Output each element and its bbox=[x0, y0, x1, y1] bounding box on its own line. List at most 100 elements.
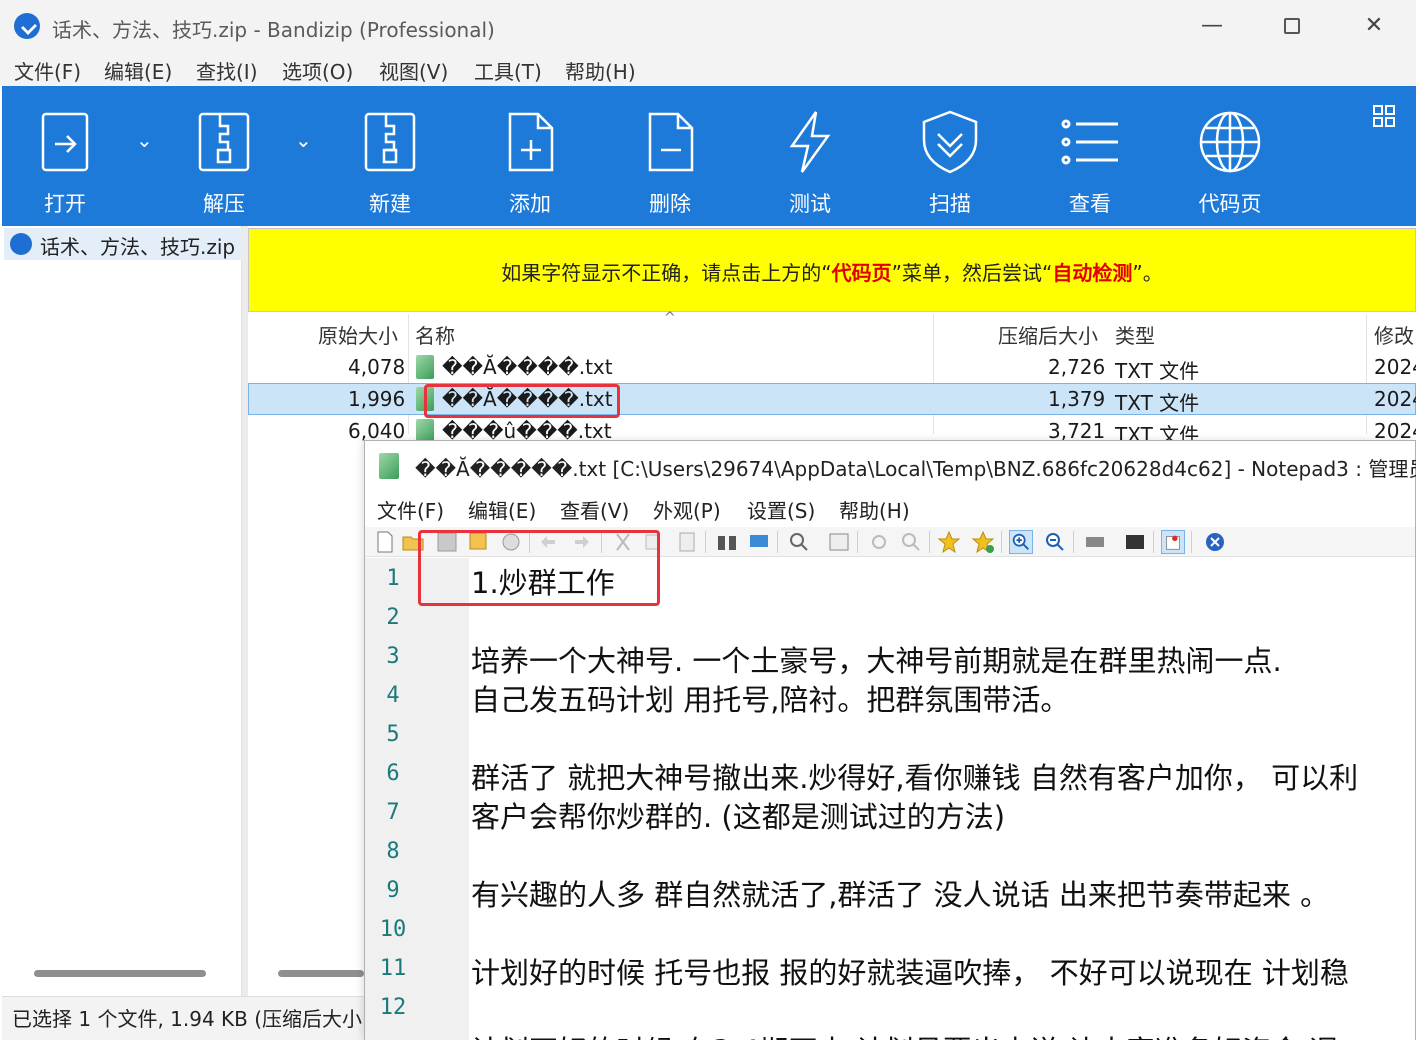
line-number: 9 bbox=[386, 878, 400, 903]
np-menu-file[interactable]: 文件(F) bbox=[377, 495, 444, 524]
text-line: 计划不好的时候 在3-4期不中 计划员要出来说 让大家准备好资金 週 bbox=[471, 1028, 1338, 1040]
line-number: 7 bbox=[386, 800, 400, 825]
add-button[interactable]: 添加 bbox=[470, 86, 590, 226]
line-number: 12 bbox=[379, 995, 407, 1020]
toolbar-separator bbox=[777, 531, 778, 553]
codepage-icon bbox=[1199, 111, 1261, 173]
scheme-icon[interactable] bbox=[1083, 530, 1107, 554]
text-editor-area[interactable]: 1.炒群工作 培养一个大神号. 一个土豪号，大神号前期就是在群里热闹一点. 自己… bbox=[469, 558, 1415, 1040]
always-on-top-pin-icon[interactable] bbox=[1161, 530, 1185, 554]
sort-ascending-icon: ^ bbox=[664, 310, 676, 326]
delete-label: 删除 bbox=[649, 192, 691, 216]
add-label: 添加 bbox=[509, 192, 551, 216]
tree-horizontal-scrollbar[interactable] bbox=[34, 970, 206, 977]
notepad3-menu-bar: 文件(F) 编辑(E) 查看(V) 外观(P) 设置(S) 帮助(H) bbox=[365, 489, 1415, 527]
new-archive-label: 新建 bbox=[369, 192, 411, 216]
codepage-label: 代码页 bbox=[1198, 192, 1262, 216]
cell-original-size: 1,996 bbox=[348, 387, 406, 411]
open-label: 打开 bbox=[44, 192, 86, 216]
new-archive-icon bbox=[364, 112, 416, 172]
file-row[interactable]: 4,078 ��Ă����.txt 2,726 TXT 文件 2024 bbox=[248, 352, 1416, 384]
layout-grid-icon[interactable] bbox=[1372, 104, 1396, 128]
delete-button[interactable]: 删除 bbox=[610, 86, 730, 226]
bandizip-title-bar: 话术、方法、技巧.zip - Bandizip (Professional) —… bbox=[0, 0, 1416, 52]
test-label: 测试 bbox=[789, 192, 831, 216]
column-type[interactable]: 类型 bbox=[1115, 320, 1155, 349]
open-button[interactable]: 打开 bbox=[5, 86, 125, 226]
extract-button[interactable]: 解压 bbox=[164, 86, 284, 226]
cell-type: TXT 文件 bbox=[1115, 391, 1200, 415]
zoom-out-icon[interactable] bbox=[1043, 530, 1067, 554]
text-line: 群活了 就把大神号撤出来.炒得好,看你赚钱 自然有客户加你， 可以利 bbox=[471, 761, 1359, 795]
text-line: 培养一个大神号. 一个土豪号，大神号前期就是在群里热闹一点. bbox=[471, 644, 1282, 678]
exit-icon[interactable] bbox=[1203, 530, 1227, 554]
np-menu-view[interactable]: 查看(V) bbox=[560, 495, 629, 524]
add-favorite-icon[interactable] bbox=[971, 530, 995, 554]
column-original-size[interactable]: 原始大小 bbox=[318, 320, 398, 349]
toolbar-separator bbox=[929, 531, 930, 553]
menu-file[interactable]: 文件(F) bbox=[14, 56, 81, 85]
menu-edit[interactable]: 编辑(E) bbox=[104, 56, 172, 85]
view-button[interactable]: 查看 bbox=[1030, 86, 1150, 226]
replace-icon[interactable] bbox=[747, 530, 771, 554]
column-modified[interactable]: 修改 bbox=[1374, 320, 1414, 349]
file-list-horizontal-scrollbar[interactable] bbox=[278, 970, 364, 977]
close-button[interactable]: ✕ bbox=[1354, 10, 1394, 42]
archive-tree-panel: 话术、方法、技巧.zip bbox=[2, 226, 242, 996]
open-dropdown-icon[interactable]: ⌄ bbox=[136, 128, 153, 152]
scan-label: 扫描 bbox=[929, 192, 971, 216]
find-icon[interactable] bbox=[715, 530, 739, 554]
text-line: 自己发五码计划 用托号,陪衬。把群氛围带活。 bbox=[471, 683, 1070, 717]
new-archive-button[interactable]: 新建 bbox=[330, 86, 450, 226]
menu-options[interactable]: 选项(O) bbox=[282, 56, 353, 85]
minimize-button[interactable]: — bbox=[1192, 10, 1232, 42]
menu-tools[interactable]: 工具(T) bbox=[474, 56, 542, 85]
codepage-button[interactable]: 代码页 bbox=[1170, 86, 1290, 226]
word-wrap-icon[interactable] bbox=[827, 530, 851, 554]
line-number: 4 bbox=[386, 683, 400, 708]
line-number: 1 bbox=[386, 566, 400, 591]
extract-icon bbox=[198, 112, 250, 172]
show-whitespace-icon[interactable] bbox=[867, 530, 891, 554]
paste-icon[interactable] bbox=[675, 530, 699, 554]
terminal-icon[interactable] bbox=[1123, 530, 1147, 554]
notepad3-window-title: ��Ă�����.txt [C:\Users\29674\AppData\Loc… bbox=[415, 457, 1416, 481]
test-button[interactable]: 测试 bbox=[750, 86, 870, 226]
cell-type: TXT 文件 bbox=[1115, 359, 1200, 383]
line-number: 2 bbox=[386, 605, 400, 630]
cell-modified: 2024 bbox=[1374, 355, 1416, 379]
line-number: 5 bbox=[386, 722, 400, 747]
new-file-icon[interactable] bbox=[373, 530, 397, 554]
np-menu-settings[interactable]: 设置(S) bbox=[747, 495, 815, 524]
column-name[interactable]: 名称 bbox=[415, 320, 455, 349]
file-list-header: 原始大小 名称 ^ 压缩后大小 类型 修改 bbox=[248, 310, 1416, 434]
menu-find[interactable]: 查找(I) bbox=[196, 56, 258, 85]
bandizip-status-bar: 已选择 1 个文件, 1.94 KB (压缩后大小 bbox=[2, 996, 364, 1040]
toolbar-separator bbox=[705, 531, 706, 553]
menu-view[interactable]: 视图(V) bbox=[379, 56, 448, 85]
maximize-icon bbox=[1284, 18, 1300, 34]
cell-modified: 2024 bbox=[1374, 387, 1416, 411]
favorites-star-icon[interactable] bbox=[937, 530, 961, 554]
scan-button[interactable]: 扫描 bbox=[890, 86, 1010, 226]
np-menu-appearance[interactable]: 外观(P) bbox=[653, 495, 721, 524]
tree-item-label: 话术、方法、技巧.zip bbox=[40, 235, 236, 259]
np-menu-edit[interactable]: 编辑(E) bbox=[468, 495, 536, 524]
goto-icon[interactable] bbox=[787, 530, 811, 554]
extract-dropdown-icon[interactable]: ⌄ bbox=[295, 128, 312, 152]
view-icon bbox=[1061, 119, 1118, 165]
column-compressed-size[interactable]: 压缩后大小 bbox=[998, 320, 1098, 349]
cell-compressed-size: 2,726 bbox=[1048, 355, 1106, 379]
zoom-in-icon[interactable] bbox=[1009, 530, 1033, 554]
scan-icon bbox=[922, 110, 978, 174]
zoom-search-icon[interactable] bbox=[899, 530, 923, 554]
np-menu-help[interactable]: 帮助(H) bbox=[839, 495, 910, 524]
maximize-button[interactable] bbox=[1272, 10, 1312, 42]
banner-highlight-codepage: 代码页 bbox=[831, 261, 892, 285]
menu-help[interactable]: 帮助(H) bbox=[565, 56, 636, 85]
cell-compressed-size: 1,379 bbox=[1048, 387, 1106, 411]
tree-item-archive[interactable]: 话术、方法、技巧.zip bbox=[4, 228, 242, 260]
add-icon bbox=[508, 112, 554, 172]
banner-text-before: 如果字符显示不正确，请点击上方的“ bbox=[501, 261, 832, 285]
txt-file-icon bbox=[416, 355, 434, 379]
